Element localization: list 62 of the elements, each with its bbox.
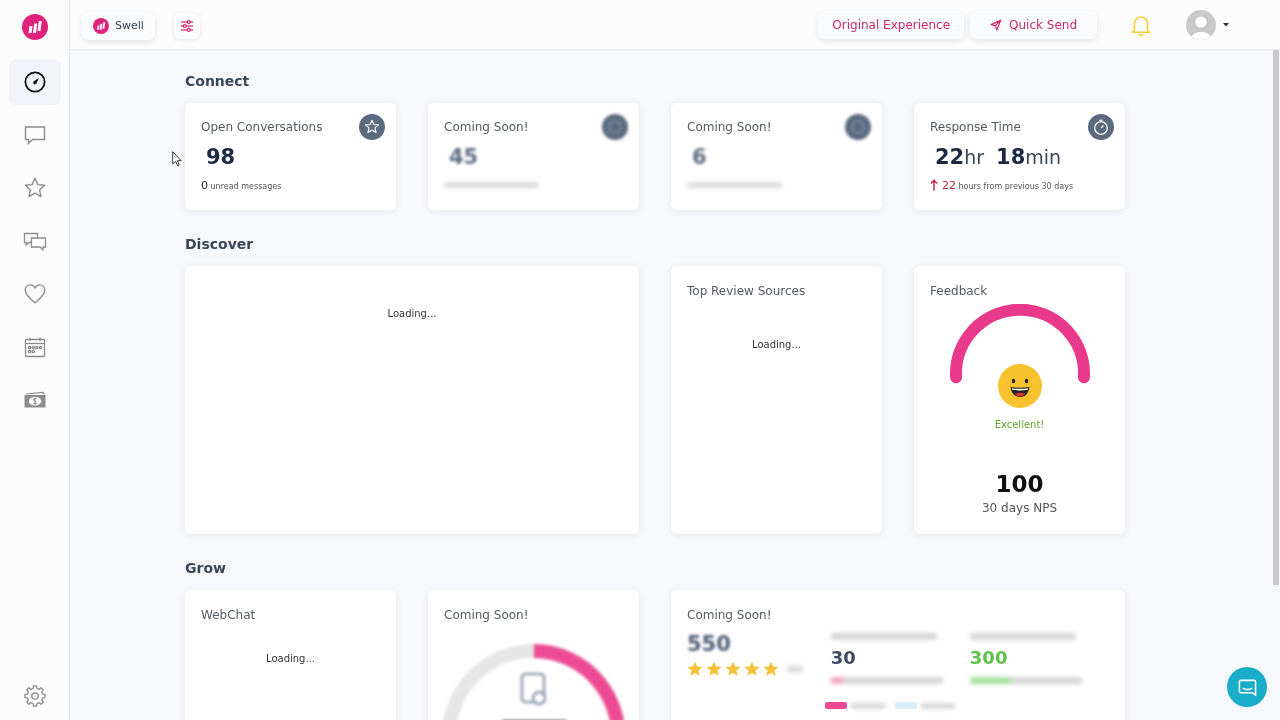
card-title: Feedback <box>930 283 988 299</box>
chat-icon <box>1237 677 1257 697</box>
experience-switch-button[interactable]: Original Experience <box>818 10 965 39</box>
scrollbar-thumb[interactable] <box>1273 50 1279 585</box>
quick-send-button[interactable]: Quick Send <box>970 10 1097 39</box>
blurred-badge-icon <box>845 114 871 140</box>
blurred-stat-value: 6 <box>692 144 707 170</box>
settings-icon <box>22 684 47 708</box>
mouse-pointer-icon <box>172 151 182 167</box>
legend-swatch-icon <box>895 702 917 709</box>
stat-value: 18min <box>996 144 1062 170</box>
star-icon <box>763 661 779 677</box>
star-icon <box>744 661 760 677</box>
calendar-icon <box>22 335 47 359</box>
stat-caption: 0 unread messages <box>201 178 282 192</box>
stat-caption: 22 hours from previous 30 days <box>942 178 1074 192</box>
workspace-button[interactable]: Swell <box>82 11 155 40</box>
avatar-icon[interactable] <box>1186 9 1216 40</box>
blurred-review-total: 550 <box>687 631 731 657</box>
rating-label: Excellent! <box>994 419 1045 430</box>
section-title: Grow <box>185 559 227 577</box>
card-title: WebChat <box>201 607 256 623</box>
legend-swatch-icon <box>825 702 847 709</box>
blurred-stat-value: 45 <box>449 144 479 170</box>
star-icon <box>725 661 741 677</box>
section-title: Discover <box>185 235 255 253</box>
logo-icon[interactable] <box>21 14 48 40</box>
caret-icon[interactable] <box>1223 22 1229 27</box>
nps-score: 100 <box>995 470 1044 498</box>
compass-icon <box>22 70 47 94</box>
send-icon <box>990 18 1003 31</box>
loading-text: Loading... <box>266 653 315 664</box>
review-count: 30 <box>830 646 856 670</box>
review-count: 300 <box>969 646 1008 670</box>
card-title: Coming Soon! <box>444 607 529 623</box>
stopwatch-icon <box>1088 114 1114 140</box>
card-title: Coming Soon! <box>444 119 529 135</box>
card-title: Response Time <box>930 119 1021 135</box>
star-icon <box>687 661 703 677</box>
sliders-icon <box>180 18 194 33</box>
chat-bubble-icon <box>22 123 47 147</box>
sidebar-item[interactable] <box>8 59 61 105</box>
blurred-label <box>787 666 803 672</box>
card-title: Open Conversations <box>201 119 323 135</box>
star-icon <box>706 661 722 677</box>
logo-icon <box>93 17 109 34</box>
heart-icon <box>22 282 47 306</box>
nps-caption: 30 days NPS <box>981 501 1058 515</box>
blurred-label <box>921 702 955 709</box>
smiley-face-icon <box>997 364 1042 408</box>
section-title: Connect <box>185 72 251 90</box>
filter-button[interactable] <box>174 12 200 39</box>
loading-text: Loading... <box>752 339 801 350</box>
card-title: Coming Soon! <box>687 119 772 135</box>
blurred-label <box>851 702 885 709</box>
star-icon <box>22 176 47 200</box>
stat-value: 98 <box>206 144 236 170</box>
stat-value: 22hr <box>935 144 985 170</box>
blurred-badge-icon <box>602 114 628 140</box>
card-title: Top Review Sources <box>687 283 806 299</box>
card-title: Coming Soon! <box>687 607 772 623</box>
loading-text: Loading... <box>387 308 437 319</box>
